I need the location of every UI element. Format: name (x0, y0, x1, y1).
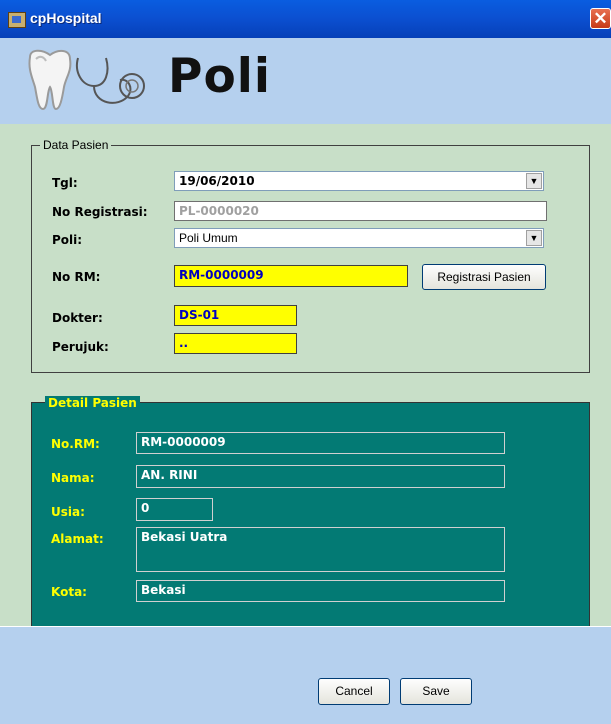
detail-no-rm-label: No.RM: (51, 437, 100, 451)
detail-usia-label: Usia: (51, 505, 85, 519)
poli-value: Poli Umum (179, 231, 238, 245)
window-title: cpHospital (30, 10, 102, 26)
tgl-value: 19/06/2010 (179, 174, 255, 188)
cancel-label: Cancel (335, 684, 373, 698)
detail-usia-value: 0 (141, 501, 150, 515)
detail-no-rm-field[interactable]: RM-0000009 (136, 432, 505, 454)
perujuk-field[interactable]: .. (174, 333, 297, 354)
no-rm-field[interactable]: RM-0000009 (174, 265, 408, 287)
dokter-value: DS-01 (179, 308, 220, 322)
registrasi-pasien-button[interactable]: Registrasi Pasien (422, 264, 546, 290)
title-bar[interactable]: cpHospital ✕ (0, 0, 611, 38)
data-pasien-caption: Data Pasien (40, 138, 112, 152)
save-label: Save (422, 684, 450, 698)
no-registrasi-label: No Registrasi: (52, 205, 148, 219)
close-button[interactable]: ✕ (590, 8, 611, 29)
app-icon (8, 12, 26, 28)
detail-nama-value: AN. RINI (141, 468, 198, 482)
tooth-icon (28, 49, 72, 111)
no-registrasi-value: PL-0000020 (179, 204, 259, 218)
poli-select[interactable]: Poli Umum ▼ (174, 228, 544, 248)
save-button[interactable]: Save (400, 678, 472, 705)
detail-kota-field[interactable]: Bekasi (136, 580, 505, 602)
tgl-label: Tgl: (52, 176, 78, 190)
footer-divider (0, 626, 611, 627)
detail-alamat-field[interactable]: Bekasi Uatra (136, 527, 505, 572)
registrasi-pasien-label: Registrasi Pasien (437, 270, 531, 284)
page-title: Poli (168, 49, 271, 104)
perujuk-label: Perujuk: (52, 340, 109, 354)
cancel-button[interactable]: Cancel (318, 678, 390, 705)
tgl-date-picker[interactable]: 19/06/2010 ▼ (174, 171, 544, 191)
no-rm-value: RM-0000009 (179, 268, 264, 282)
no-registrasi-field[interactable]: PL-0000020 (174, 201, 547, 221)
detail-alamat-value: Bekasi Uatra (141, 530, 228, 544)
detail-kota-label: Kota: (51, 585, 87, 599)
stethoscope-icon (76, 57, 145, 104)
detail-nama-field[interactable]: AN. RINI (136, 465, 505, 488)
footer-bar (0, 626, 611, 724)
perujuk-value: .. (179, 336, 189, 350)
detail-pasien-caption: Detail Pasien (45, 396, 140, 410)
detail-alamat-label: Alamat: (51, 532, 104, 546)
detail-nama-label: Nama: (51, 471, 95, 485)
detail-no-rm-value: RM-0000009 (141, 435, 226, 449)
detail-usia-field[interactable]: 0 (136, 498, 213, 521)
no-rm-label: No RM: (52, 270, 101, 284)
poli-label: Poli: (52, 233, 83, 247)
dokter-field[interactable]: DS-01 (174, 305, 297, 326)
dokter-label: Dokter: (52, 311, 103, 325)
detail-kota-value: Bekasi (141, 583, 186, 597)
chevron-down-icon[interactable]: ▼ (526, 173, 542, 189)
chevron-down-icon[interactable]: ▼ (526, 230, 542, 246)
